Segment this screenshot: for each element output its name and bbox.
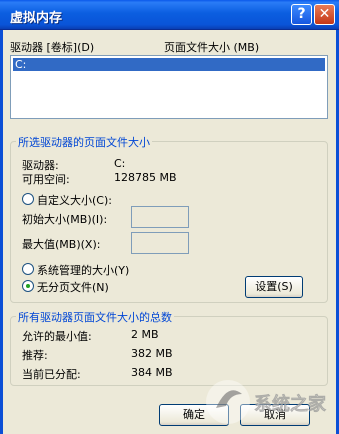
title-bar[interactable]: 虚拟内存 ? ✕ (0, 0, 339, 30)
max-size-label: 最大值(MB)(X): (22, 238, 101, 251)
totals-group-title: 所有驱动器页面文件大小的总数 (16, 309, 174, 325)
free-space-value: 128785 MB (114, 171, 177, 184)
selected-drive-group-title: 所选驱动器的页面文件大小 (16, 134, 152, 150)
drive-column-header: 驱动器 [卷标](D) (10, 41, 95, 54)
custom-size-label[interactable]: 自定义大小(C): (37, 192, 112, 208)
current-allocated-label: 当前已分配: (22, 368, 81, 381)
min-allowed-label: 允许的最小值: (22, 330, 92, 343)
window-title: 虚拟内存 (10, 11, 63, 26)
min-allowed-value: 2 MB (131, 328, 159, 341)
drive-list-item[interactable]: C: (13, 58, 325, 71)
recommended-label: 推荐: (22, 349, 48, 362)
system-managed-label[interactable]: 系统管理的大小(Y) (37, 262, 129, 278)
initial-size-label: 初始大小(MB)(I): (22, 213, 108, 226)
paging-size-column-header: 页面文件大小 (MB) (164, 41, 260, 54)
close-button[interactable]: ✕ (314, 4, 335, 25)
max-size-input[interactable] (131, 232, 189, 254)
watermark-logo: 系统之家 (206, 380, 327, 424)
free-space-label: 可用空间: (22, 173, 70, 186)
set-button[interactable]: 设置(S) (245, 276, 303, 298)
no-paging-file-label[interactable]: 无分页文件(N) (37, 279, 109, 295)
initial-size-input[interactable] (131, 206, 189, 228)
system-managed-radio[interactable] (22, 263, 34, 275)
help-button[interactable]: ? (291, 4, 312, 25)
custom-size-radio[interactable] (22, 193, 34, 205)
radio-selected-dot (26, 284, 30, 288)
window-frame-left (0, 30, 3, 434)
current-allocated-value: 384 MB (131, 366, 173, 379)
drive-list[interactable]: C: (10, 55, 328, 119)
drive-value: C: (114, 157, 126, 170)
recommended-value: 382 MB (131, 347, 173, 360)
no-paging-file-radio[interactable] (22, 280, 34, 292)
watermark-text: 系统之家 (254, 393, 327, 415)
